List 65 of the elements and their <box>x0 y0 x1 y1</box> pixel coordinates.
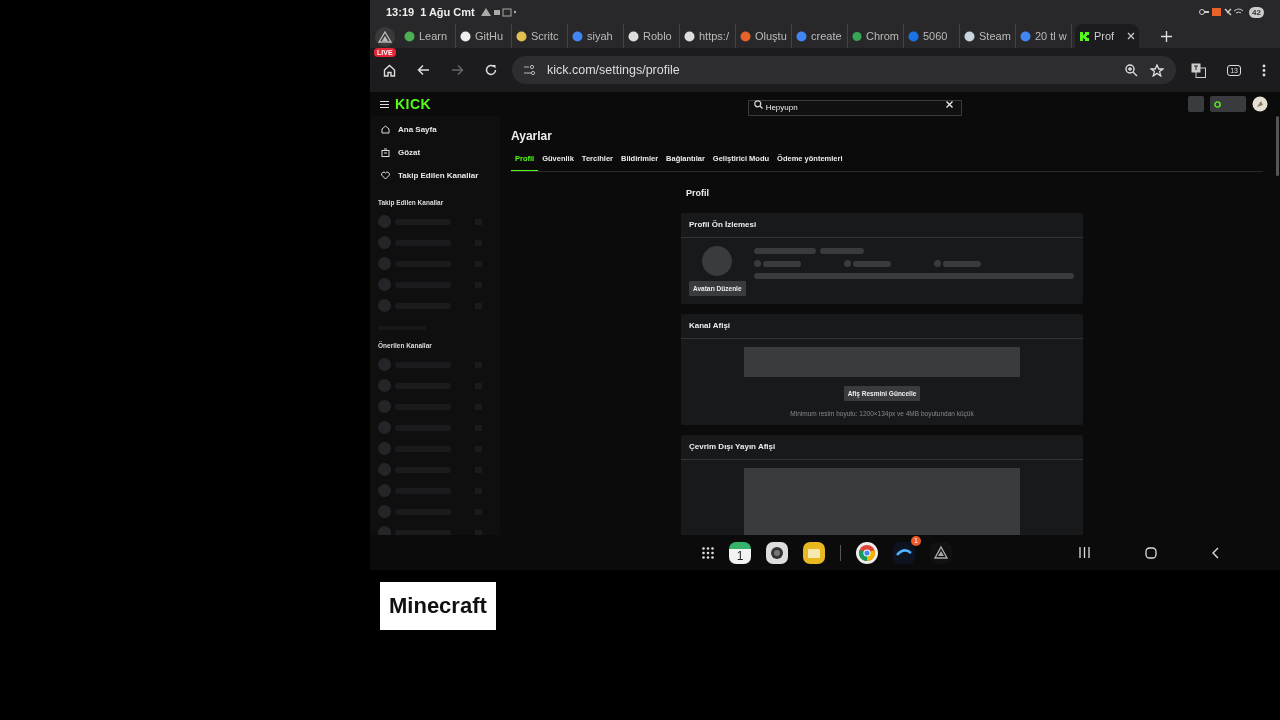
favicon-icon <box>852 30 862 42</box>
avatar-placeholder <box>702 246 733 276</box>
browse-icon <box>381 148 390 157</box>
status-time: 13:19 <box>386 6 415 18</box>
home-button-icon[interactable] <box>1145 546 1157 559</box>
favicon-icon <box>404 30 415 42</box>
favicon-icon <box>964 30 975 42</box>
recents-icon[interactable] <box>1079 547 1090 558</box>
favicon-icon <box>796 30 807 42</box>
clear-icon[interactable] <box>945 100 953 108</box>
nav-item[interactable]: Ana Sayfa <box>378 118 492 141</box>
nav-item[interactable]: Gözat <box>378 141 492 164</box>
card-title: Kanal Afişi <box>681 314 1083 339</box>
search-icon <box>753 99 763 109</box>
nav-item[interactable]: Takip Edilen Kanallar <box>378 164 492 187</box>
calendar-app-icon[interactable]: 1 <box>729 541 751 564</box>
status-dot-icon <box>1214 100 1221 108</box>
favicon-icon <box>1020 30 1031 42</box>
status-button[interactable] <box>1210 96 1246 112</box>
zoom-icon[interactable] <box>1125 63 1139 77</box>
apps-grid-icon[interactable] <box>702 546 714 559</box>
favicon-icon <box>740 30 751 42</box>
folder-app-icon[interactable] <box>803 541 825 564</box>
card-title: Profil Ön İzlemesi <box>681 213 1083 238</box>
reload-icon[interactable] <box>485 64 497 76</box>
menu-icon[interactable] <box>380 100 389 108</box>
status-date: 1 Ağu Cmt <box>420 6 475 18</box>
scrollbar-thumb[interactable] <box>1276 116 1279 176</box>
prism-app-icon[interactable] <box>930 541 952 564</box>
system-icons <box>1199 7 1244 17</box>
card-title: Çevrim Dışı Yayın Afişi <box>681 435 1083 460</box>
favicon-icon <box>684 30 695 42</box>
home-icon <box>381 125 390 134</box>
live-button[interactable] <box>374 27 395 47</box>
section-title: Profil <box>686 188 710 198</box>
more-icon[interactable] <box>1262 63 1266 77</box>
star-icon[interactable] <box>1150 63 1165 77</box>
app-icon[interactable] <box>893 541 915 564</box>
favicon-icon <box>516 30 527 42</box>
search-field[interactable]: Hepyupn <box>747 99 962 116</box>
home-icon[interactable] <box>383 63 396 77</box>
translate-icon[interactable] <box>1191 62 1207 78</box>
back-button-icon[interactable] <box>1212 546 1219 559</box>
game-label: Minecraft <box>380 582 496 630</box>
chrome-app-icon[interactable] <box>856 541 878 564</box>
prism-logo-icon <box>377 31 392 43</box>
avatar[interactable] <box>1252 96 1268 112</box>
site-settings-icon[interactable] <box>524 65 535 75</box>
back-icon[interactable] <box>417 64 430 76</box>
kick-logo[interactable]: KICK <box>395 96 432 112</box>
camera-app-icon[interactable] <box>766 541 788 564</box>
new-tab-icon[interactable] <box>1161 30 1172 42</box>
notification-icons <box>480 7 517 17</box>
forward-icon[interactable] <box>451 64 464 76</box>
favicon-icon <box>1079 30 1090 42</box>
favicon-icon <box>460 30 471 42</box>
favicon-icon <box>908 30 919 42</box>
page-title: Ayarlar <box>511 129 553 143</box>
address-bar[interactable]: kick.com/settings/profile <box>512 56 1177 84</box>
browser-tab[interactable]: Prof <box>1075 24 1139 48</box>
favicon-icon <box>572 30 583 42</box>
battery-level: 42 <box>1249 6 1264 18</box>
heart-icon <box>381 171 390 180</box>
close-icon[interactable] <box>1127 32 1135 40</box>
favicon-icon <box>628 30 639 42</box>
